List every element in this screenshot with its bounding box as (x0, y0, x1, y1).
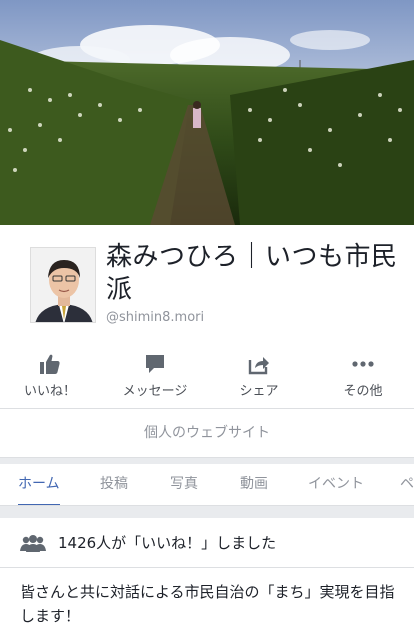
tab-posts[interactable]: 投稿 (100, 464, 128, 505)
profile-header: 森みつひろ｜いつも市民派 @shimin8.mori (0, 225, 414, 337)
tab-truncated[interactable]: ペ (400, 464, 414, 505)
people-icon (20, 535, 46, 552)
like-button-label: いいね！ (23, 384, 76, 399)
more-dots-icon (352, 361, 374, 367)
section-divider (0, 506, 414, 518)
like-button[interactable]: いいね！ (0, 340, 100, 406)
tab-videos[interactable]: 動画 (240, 464, 268, 505)
profile-avatar[interactable] (30, 247, 96, 323)
page-tabs: ホーム 投稿 写真 動画 イベント ペ (0, 464, 414, 506)
more-button[interactable]: その他 (313, 340, 413, 406)
tab-home[interactable]: ホーム (18, 464, 60, 505)
thumbs-up-icon (40, 354, 60, 374)
page-actions-bar: いいね！ メッセージ シェア その他 (0, 340, 414, 406)
message-button[interactable]: メッセージ (105, 340, 205, 406)
page-title: 森みつひろ｜いつも市民派 (106, 242, 398, 305)
page-description: 皆さんと共に対話による市民自治の「まち」実現を目指します！ (20, 583, 395, 625)
website-button[interactable]: 個人のウェブサイト (0, 408, 414, 458)
share-button-label: シェア (239, 384, 279, 399)
page-username: @shimin8.mori (106, 310, 205, 325)
tab-events[interactable]: イベント (308, 464, 364, 505)
share-button[interactable]: シェア (209, 340, 309, 406)
message-bubble-icon (146, 355, 164, 373)
likes-summary-row[interactable]: 1426人が「いいね！」しました (0, 518, 414, 568)
message-button-label: メッセージ (122, 384, 188, 399)
more-button-label: その他 (343, 384, 383, 399)
share-icon (248, 357, 269, 375)
cover-photo[interactable] (0, 0, 414, 225)
likes-count-text: 1426人が「いいね！」しました (58, 534, 277, 552)
tab-photos[interactable]: 写真 (170, 464, 198, 505)
